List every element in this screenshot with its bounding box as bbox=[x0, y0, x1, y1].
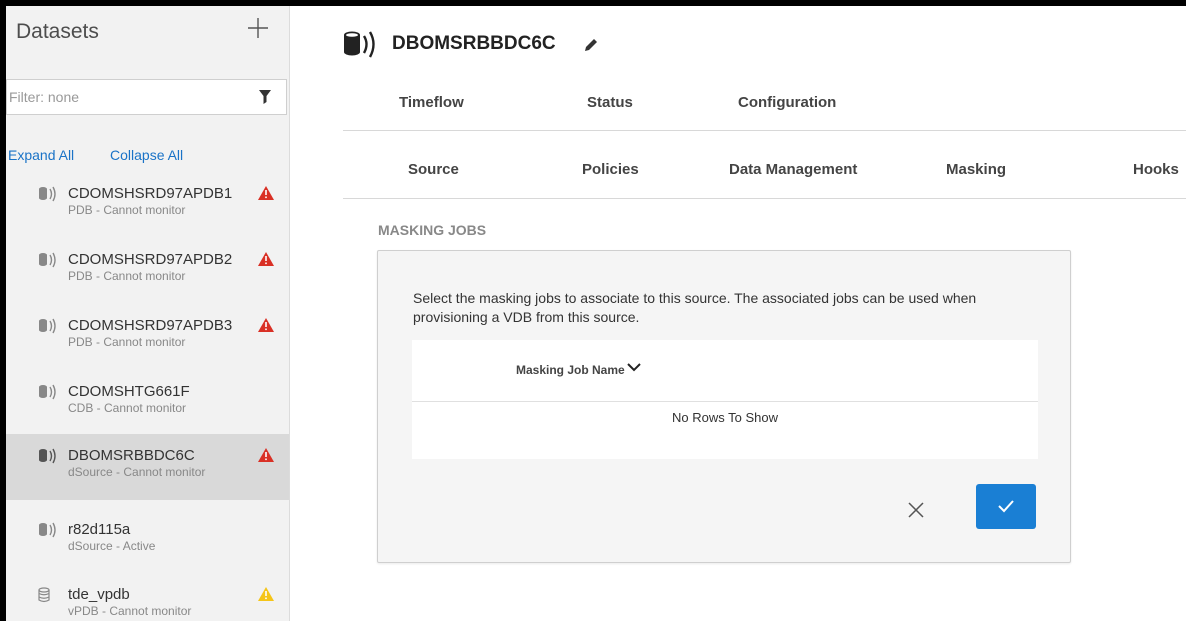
dataset-name: CDOMSHTG661F bbox=[68, 383, 190, 400]
tab-divider bbox=[343, 130, 1186, 131]
database-virtual-icon bbox=[38, 587, 50, 603]
dataset-name: DBOMSRBBDC6C bbox=[68, 447, 195, 464]
caution-triangle-icon bbox=[258, 587, 274, 601]
dataset-item[interactable]: r82d115a dSource - Active bbox=[6, 514, 289, 580]
filter-input[interactable] bbox=[9, 80, 249, 114]
dataset-status: vPDB - Cannot monitor bbox=[68, 604, 192, 618]
dataset-name: CDOMSHSRD97APDB1 bbox=[68, 185, 233, 202]
tab-divider bbox=[343, 198, 1186, 199]
confirm-button[interactable] bbox=[976, 484, 1036, 529]
column-header-masking-job-name[interactable]: Masking Job Name bbox=[516, 363, 625, 377]
tab-policies[interactable]: Policies bbox=[582, 161, 639, 178]
tab-source[interactable]: Source bbox=[408, 161, 459, 178]
collapse-all-link[interactable]: Collapse All bbox=[110, 147, 183, 163]
tab-configuration[interactable]: Configuration bbox=[738, 94, 836, 111]
masking-jobs-table: Masking Job Name No Rows To Show bbox=[412, 340, 1038, 459]
pencil-icon[interactable] bbox=[583, 37, 599, 53]
tab-data-management[interactable]: Data Management bbox=[729, 161, 857, 178]
close-icon[interactable] bbox=[902, 496, 930, 524]
table-header: Masking Job Name bbox=[412, 340, 1038, 402]
check-icon bbox=[998, 500, 1014, 513]
dataset-name: CDOMSHSRD97APDB2 bbox=[68, 251, 233, 268]
dataset-status: dSource - Cannot monitor bbox=[68, 465, 206, 479]
dataset-status: PDB - Cannot monitor bbox=[68, 269, 186, 283]
dataset-item[interactable]: tde_vpdb vPDB - Cannot monitor bbox=[6, 579, 289, 621]
dataset-item-selected[interactable]: DBOMSRBBDC6C dSource - Cannot monitor bbox=[6, 434, 289, 500]
dataset-name: tde_vpdb bbox=[68, 586, 130, 603]
dataset-item[interactable]: CDOMSHTG661F CDB - Cannot monitor bbox=[6, 376, 289, 442]
dataset-name: CDOMSHSRD97APDB3 bbox=[68, 317, 233, 334]
tab-status[interactable]: Status bbox=[587, 94, 633, 111]
database-source-icon bbox=[39, 384, 56, 400]
dataset-status: PDB - Cannot monitor bbox=[68, 335, 186, 349]
tab-hooks[interactable]: Hooks bbox=[1133, 161, 1179, 178]
tab-masking[interactable]: Masking bbox=[946, 161, 1006, 178]
masking-description: Select the masking jobs to associate to … bbox=[413, 290, 977, 325]
datasets-sidebar: Datasets Expand All Collapse All CDOMSHS… bbox=[6, 6, 290, 621]
error-triangle-icon bbox=[258, 186, 274, 200]
dataset-item[interactable]: CDOMSHSRD97APDB3 PDB - Cannot monitor bbox=[6, 310, 289, 376]
plus-icon[interactable] bbox=[246, 16, 270, 46]
dataset-status: dSource - Active bbox=[68, 539, 156, 553]
masking-jobs-heading: MASKING JOBS bbox=[378, 222, 487, 238]
masking-jobs-card: Select the masking jobs to associate to … bbox=[377, 250, 1071, 563]
expand-all-link[interactable]: Expand All bbox=[8, 147, 74, 163]
database-source-icon bbox=[39, 318, 56, 334]
dataset-name: r82d115a bbox=[68, 521, 131, 538]
page-title: DBOMSRBBDC6C bbox=[392, 33, 556, 54]
database-source-icon bbox=[39, 186, 56, 202]
tab-timeflow[interactable]: Timeflow bbox=[399, 94, 464, 111]
error-triangle-icon bbox=[258, 252, 274, 266]
error-triangle-icon bbox=[258, 448, 274, 462]
error-triangle-icon bbox=[258, 318, 274, 332]
chevron-down-icon[interactable] bbox=[627, 362, 641, 372]
sidebar-title: Datasets bbox=[16, 20, 99, 43]
filter-field bbox=[6, 79, 287, 115]
database-source-icon bbox=[344, 31, 375, 58]
dataset-item[interactable]: CDOMSHSRD97APDB2 PDB - Cannot monitor bbox=[6, 244, 289, 310]
database-source-icon bbox=[39, 522, 56, 538]
dataset-status: PDB - Cannot monitor bbox=[68, 203, 186, 217]
empty-table-message: No Rows To Show bbox=[672, 410, 778, 425]
dataset-status: CDB - Cannot monitor bbox=[68, 401, 187, 415]
database-source-icon bbox=[39, 252, 56, 268]
database-source-icon bbox=[39, 448, 56, 464]
filter-funnel-icon[interactable] bbox=[259, 90, 271, 104]
dataset-item[interactable]: CDOMSHSRD97APDB1 PDB - Cannot monitor bbox=[6, 178, 289, 244]
